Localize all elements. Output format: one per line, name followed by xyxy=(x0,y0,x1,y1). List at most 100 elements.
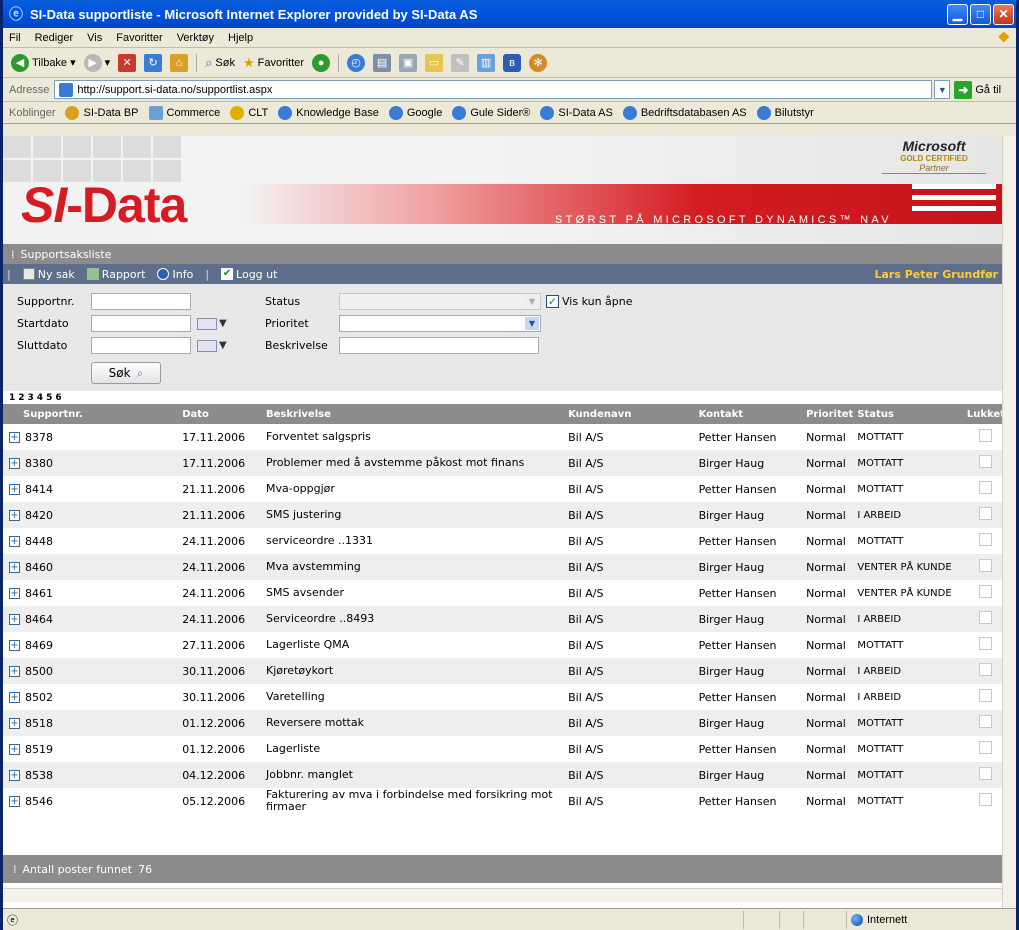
col-header-lukket[interactable]: Lukket xyxy=(962,404,1002,424)
expand-icon[interactable]: + xyxy=(9,718,20,729)
supportnr-value[interactable]: 8420 xyxy=(25,509,53,522)
lukket-checkbox[interactable] xyxy=(979,793,993,806)
col-header-prioritet[interactable]: Prioritet xyxy=(802,404,854,424)
close-button[interactable]: ✕ xyxy=(993,3,1014,25)
page-link-3[interactable]: 3 xyxy=(28,393,34,403)
expand-icon[interactable]: + xyxy=(9,692,20,703)
beskrivelse-input[interactable] xyxy=(339,337,539,354)
address-input[interactable]: http://support.si-data.no/supportlist.as… xyxy=(54,80,933,99)
links-tool-icon[interactable]: ✻ xyxy=(529,53,548,72)
address-dropdown-icon[interactable]: ▼ xyxy=(934,80,951,99)
menu-vis[interactable]: Vis xyxy=(87,32,102,44)
vertical-scrollbar[interactable] xyxy=(1002,136,1016,908)
history-icon[interactable]: ◴ xyxy=(347,53,366,72)
favorites-button[interactable]: ★ Favoritter xyxy=(243,55,304,71)
new-case-button[interactable]: Ny sak xyxy=(22,268,75,281)
sluttdato-calendar-button[interactable]: ▼ xyxy=(197,337,235,354)
menu-fil[interactable]: Fil xyxy=(9,32,21,44)
info-button[interactable]: Info xyxy=(157,268,193,281)
link-gule-sider[interactable]: Gule Sider® xyxy=(452,105,530,120)
messenger-icon[interactable]: ✎ xyxy=(451,53,470,72)
supportnr-value[interactable]: 8469 xyxy=(25,639,53,652)
table-row[interactable]: +8519 01.12.2006 Lagerliste Bil A/S Petter H… xyxy=(3,736,1002,762)
startdato-calendar-button[interactable]: ▼ xyxy=(197,315,235,332)
expand-icon[interactable]: + xyxy=(9,744,20,755)
home-icon[interactable]: ⌂ xyxy=(170,53,189,72)
page-link-6[interactable]: 6 xyxy=(55,393,61,403)
link-bedriftsdatabasen[interactable]: Bedriftsdatabasen AS xyxy=(622,105,747,120)
report-button[interactable]: Rapport xyxy=(86,268,145,281)
table-row[interactable]: +8380 17.11.2006 Problemer med å avstemme … xyxy=(3,450,1002,476)
table-row[interactable]: +8420 21.11.2006 SMS justering Bil A/S Birge… xyxy=(3,502,1002,528)
col-header-beskrivelse[interactable]: Beskrivelse xyxy=(262,404,565,424)
link-si-data-bp[interactable]: SI-Data BP xyxy=(65,105,139,120)
vis-kun-apne-checkbox[interactable]: ✓ xyxy=(546,295,559,308)
folder-icon[interactable]: ▭ xyxy=(425,53,444,72)
lukket-checkbox[interactable] xyxy=(979,689,993,702)
search-button[interactable]: ⌕ Søk xyxy=(205,55,235,71)
expand-icon[interactable]: + xyxy=(9,432,20,443)
expand-icon[interactable]: + xyxy=(9,510,20,521)
minimize-button[interactable]: ▁ xyxy=(947,3,968,25)
link-clt[interactable]: CLT xyxy=(230,105,268,120)
table-row[interactable]: +8502 30.11.2006 Varetelling Bil A/S Petter … xyxy=(3,684,1002,710)
menu-verktoy[interactable]: Verktøy xyxy=(177,32,214,44)
stop-icon[interactable]: ✕ xyxy=(118,53,137,72)
page-link-2[interactable]: 2 xyxy=(18,393,24,403)
lukket-checkbox[interactable] xyxy=(979,455,993,468)
lukket-checkbox[interactable] xyxy=(979,429,993,442)
table-row[interactable]: +8378 17.11.2006 Forventet salgspris Bil A/… xyxy=(3,424,1002,450)
supportnr-value[interactable]: 8414 xyxy=(25,483,53,496)
expand-icon[interactable]: + xyxy=(9,484,20,495)
supportnr-value[interactable]: 8538 xyxy=(25,769,53,782)
lukket-checkbox[interactable] xyxy=(979,663,993,676)
table-row[interactable]: +8546 05.12.2006 Fakturering av mva i forb… xyxy=(3,788,1002,814)
supportnr-value[interactable]: 8500 xyxy=(25,665,53,678)
maximize-button[interactable]: □ xyxy=(970,3,991,25)
link-bilutstyr[interactable]: Bilutstyr xyxy=(756,105,814,120)
lukket-checkbox[interactable] xyxy=(979,741,993,754)
lukket-checkbox[interactable] xyxy=(979,559,993,572)
link-knowledge-base[interactable]: Knowledge Base xyxy=(278,105,379,120)
col-header-dato[interactable]: Dato xyxy=(178,404,263,424)
supportnr-value[interactable]: 8378 xyxy=(25,431,53,444)
link-google[interactable]: Google xyxy=(388,105,442,120)
supportnr-value[interactable]: 8464 xyxy=(25,613,53,626)
table-row[interactable]: +8460 24.11.2006 Mva avstemming Bil A/S Birg… xyxy=(3,554,1002,580)
lukket-checkbox[interactable] xyxy=(979,767,993,780)
lukket-checkbox[interactable] xyxy=(979,637,993,650)
expand-icon[interactable]: + xyxy=(9,536,20,547)
table-row[interactable]: +8464 24.11.2006 Serviceordre ..8493 Bil A/… xyxy=(3,606,1002,632)
page-link-4[interactable]: 4 xyxy=(37,393,43,403)
search-submit-button[interactable]: Søk ⌕ xyxy=(91,362,161,384)
print-icon[interactable]: ▤ xyxy=(373,53,392,72)
supportnr-value[interactable]: 8380 xyxy=(25,457,53,470)
lukket-checkbox[interactable] xyxy=(979,481,993,494)
page-link-1[interactable]: 1 xyxy=(9,393,15,403)
startdato-input[interactable] xyxy=(91,315,191,332)
menu-hjelp[interactable]: Hjelp xyxy=(228,32,253,44)
forward-button[interactable]: ▶ ▾ xyxy=(83,53,110,72)
lukket-checkbox[interactable] xyxy=(979,507,993,520)
supportnr-value[interactable]: 8519 xyxy=(25,743,53,756)
back-button[interactable]: ◀ Tilbake ▾ xyxy=(11,53,76,72)
supportnr-value[interactable]: 8461 xyxy=(25,587,53,600)
expand-icon[interactable]: + xyxy=(9,562,20,573)
col-header-supportnr[interactable]: Supportnr. xyxy=(3,404,179,424)
menu-rediger[interactable]: Rediger xyxy=(35,32,74,44)
supportnr-value[interactable]: 8546 xyxy=(25,795,53,808)
go-button[interactable]: ➜ Gå til xyxy=(954,80,1001,99)
logout-button[interactable]: ✔ Logg ut xyxy=(221,268,277,281)
supportnr-value[interactable]: 8502 xyxy=(25,691,53,704)
status-select[interactable]: ▼ xyxy=(339,293,541,310)
edit-icon[interactable]: ▣ xyxy=(399,53,418,72)
table-row[interactable]: +8518 01.12.2006 Reversere mottak Bil A/S Bi… xyxy=(3,710,1002,736)
link-commerce[interactable]: Commerce xyxy=(148,105,220,120)
media-icon[interactable]: ● xyxy=(312,53,331,72)
supportnr-value[interactable]: 8448 xyxy=(25,535,53,548)
research-icon[interactable]: ▥ xyxy=(477,53,496,72)
page-link-5[interactable]: 5 xyxy=(46,393,52,403)
bluetooth-icon[interactable]: ʙ xyxy=(503,53,522,72)
table-row[interactable]: +8500 30.11.2006 Kjøretøykort Bil A/S Birger… xyxy=(3,658,1002,684)
expand-icon[interactable]: + xyxy=(9,666,20,677)
